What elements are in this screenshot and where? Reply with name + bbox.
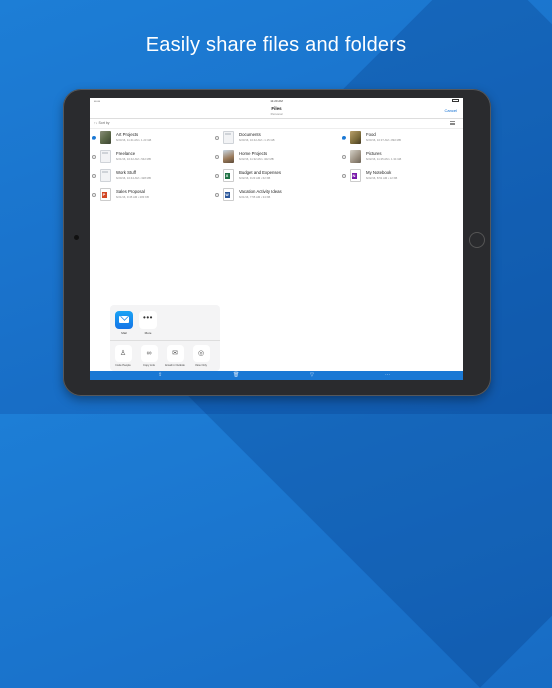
file-meta: 6/21/16, 10:42 AM • 542 MB [116, 156, 151, 161]
file-meta: 6/22/16, 8:51 AM • 12 KB [366, 175, 398, 180]
file-name: Freelance [116, 151, 136, 156]
file-meta: 6/23/16, 10:37 AM • 892 MB [366, 137, 401, 142]
select-checkbox[interactable] [92, 136, 96, 140]
camera-icon [74, 235, 79, 240]
sort-button[interactable]: ↑↓ Sort by [94, 121, 110, 125]
home-button[interactable] [469, 232, 485, 248]
eye-icon: ◎ [192, 345, 210, 362]
file-thumbnail [223, 188, 234, 201]
list-view-icon[interactable] [450, 121, 455, 125]
file-thumbnail [100, 150, 111, 163]
file-item[interactable]: Home Projects 6/22/16, 11:32 AM • 402 MB [213, 150, 331, 168]
file-thumbnail [223, 131, 234, 144]
file-name: My Notebook [366, 170, 392, 175]
share-sheet: Mail ••• More ♙ Invite People ∞ Copy Link ✉ Ema… [110, 305, 220, 371]
file-item[interactable]: Food 6/23/16, 10:37 AM • 892 MB [340, 131, 458, 149]
select-checkbox[interactable] [342, 174, 346, 178]
file-item[interactable]: Pictures 6/22/16, 11:25 AM • 1.34 GB [340, 150, 458, 168]
file-item[interactable]: My Notebook6/22/16, 8:51 AM • 12 KB [340, 169, 458, 187]
cancel-button[interactable]: Cancel [445, 108, 457, 113]
select-checkbox[interactable] [92, 174, 96, 178]
nav-bar: Files Personal Cancel [90, 104, 463, 119]
file-name: Vacation Activity Ideas [239, 189, 282, 194]
battery-icon [452, 99, 459, 102]
move-icon[interactable]: ▽ [310, 372, 314, 379]
file-item[interactable]: Documents 6/23/16, 10:42 AM • 1.15 GB [213, 131, 331, 149]
share-app-label: Mail [121, 331, 127, 335]
share-action-label: Copy Link [143, 363, 155, 367]
page-title: Files [271, 106, 282, 111]
file-name: Pictures [366, 151, 382, 156]
sort-bar: ↑↓ Sort by [90, 119, 463, 129]
promo-headline: Easily share files and folders [145, 34, 407, 56]
ipad-frame: ••••• 11:20 AM Files Personal Cancel ↑↓ … [63, 89, 491, 396]
share-action-label: Email in Outlook [165, 363, 185, 367]
file-item[interactable]: Vacation Activity Ideas6/21/16, 7:55 AM … [213, 188, 331, 206]
file-thumbnail [100, 188, 111, 201]
file-meta: 6/23/16, 11:41 AM • 1.23 GB [116, 137, 152, 142]
select-checkbox[interactable] [342, 155, 346, 159]
status-time: 11:20 AM [270, 99, 283, 103]
share-icon[interactable]: ⇪ [158, 372, 162, 379]
file-meta: 6/22/16, 11:25 AM • 1.34 GB [366, 156, 402, 161]
file-thumbnail [350, 150, 361, 163]
select-checkbox[interactable] [92, 155, 96, 159]
share-action-invite-people[interactable]: ♙ Invite People [112, 345, 134, 367]
file-name: Food [366, 132, 376, 137]
share-action-email-in-outlook[interactable]: ✉ Email in Outlook [164, 345, 186, 367]
select-checkbox[interactable] [215, 136, 219, 140]
file-meta: 6/22/16, 9:23 AM • 62 KB [239, 175, 271, 180]
file-item[interactable]: Work Stuff 6/20/16, 10:44 AM • 328 MB [90, 169, 208, 187]
file-name: Art Projects [116, 132, 139, 137]
file-meta: 6/23/16, 10:42 AM • 1.15 GB [239, 137, 275, 142]
file-thumbnail [223, 169, 234, 182]
select-checkbox[interactable] [215, 174, 219, 178]
file-thumbnail [350, 131, 361, 144]
file-thumbnail [100, 169, 111, 182]
more-icon[interactable]: ··· [385, 372, 390, 379]
file-name: Sales Proposal [116, 189, 145, 194]
page-subtitle: Personal [270, 111, 283, 116]
bottom-toolbar: ⇪ 🗑 ▽ ··· [90, 371, 463, 380]
select-checkbox[interactable] [215, 193, 219, 197]
share-app-mail[interactable]: Mail [114, 311, 134, 335]
share-action-label: View Only [194, 363, 208, 367]
select-checkbox[interactable] [215, 155, 219, 159]
file-thumbnail [100, 131, 111, 144]
mail-icon [115, 311, 133, 329]
person-icon: ♙ [114, 345, 132, 362]
file-thumbnail [350, 169, 361, 182]
file-item[interactable]: Freelance 6/21/16, 10:42 AM • 542 MB [90, 150, 208, 168]
share-app-more[interactable]: ••• More [138, 311, 158, 335]
file-meta: 6/21/16, 9:45 AM • 283 KB [116, 194, 149, 199]
select-checkbox[interactable] [342, 136, 346, 140]
more-icon: ••• [139, 311, 157, 329]
file-meta: 6/21/16, 7:55 AM • 34 KB [239, 194, 271, 199]
file-name: Home Projects [239, 151, 268, 156]
app-screen: ••••• 11:20 AM Files Personal Cancel ↑↓ … [90, 98, 463, 380]
file-item[interactable]: Sales Proposal6/21/16, 9:45 AM • 283 KB [90, 188, 208, 206]
share-action-view-only[interactable]: ◎ View Only [190, 345, 212, 367]
select-checkbox[interactable] [92, 193, 96, 197]
share-app-label: More [144, 331, 152, 335]
share-apps-row: Mail ••• More [110, 305, 220, 341]
file-meta: 6/22/16, 11:32 AM • 402 MB [239, 156, 274, 161]
outlook-icon: ✉ [166, 345, 184, 362]
file-meta: 6/20/16, 10:44 AM • 328 MB [116, 175, 151, 180]
file-name: Work Stuff [116, 170, 136, 175]
link-icon: ∞ [140, 345, 158, 362]
share-action-copy-link[interactable]: ∞ Copy Link [138, 345, 160, 367]
trash-icon[interactable]: 🗑 [233, 372, 239, 379]
share-action-label: Invite People [115, 363, 131, 367]
file-name: Documents [239, 132, 261, 137]
file-item[interactable]: Budget and Expenses6/22/16, 9:23 AM • 62… [213, 169, 331, 187]
share-actions-row: ♙ Invite People ∞ Copy Link ✉ Email in Outloo… [110, 341, 220, 371]
file-thumbnail [223, 150, 234, 163]
file-item[interactable]: Art Projects 6/23/16, 11:41 AM • 1.23 GB [90, 131, 208, 149]
file-name: Budget and Expenses [239, 170, 282, 175]
